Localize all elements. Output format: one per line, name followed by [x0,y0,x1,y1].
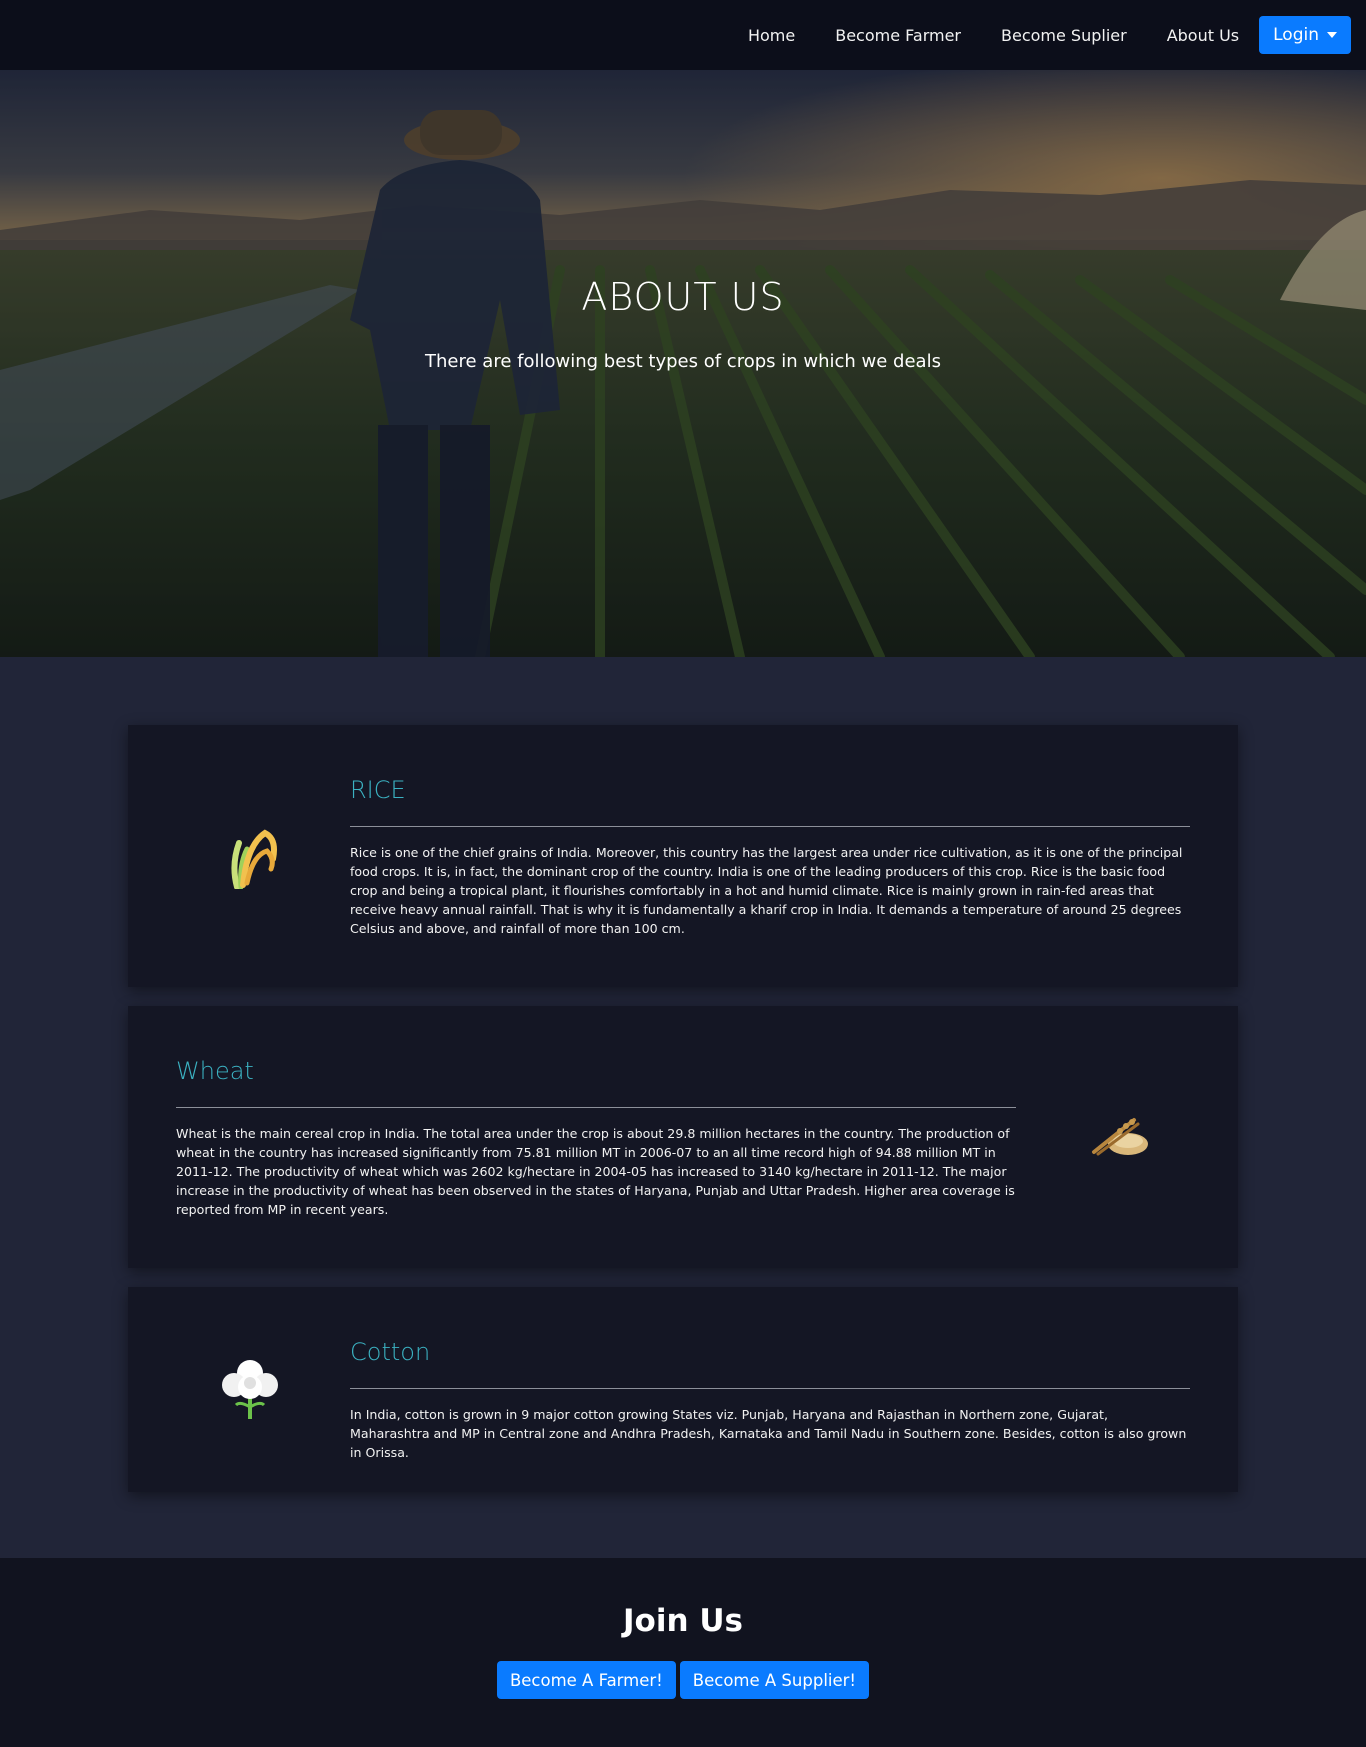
crop-description: In India, cotton is grown in 9 major cot… [350,1407,1187,1460]
nav-home-link[interactable]: Home [748,26,795,45]
join-us-section: Join Us Become A Farmer! Become A Suppli… [0,1558,1366,1747]
rice-plant-icon [231,829,277,889]
divider [350,826,1190,827]
crop-card-cotton: Cotton In India, cotton is grown in 9 ma… [128,1287,1238,1492]
caret-down-icon [1327,32,1337,38]
divider [176,1107,1016,1108]
join-us-title: Join Us [623,1603,743,1639]
join-buttons: Become A Farmer! Become A Supplier! [0,1661,1366,1699]
cotton-plant-icon [222,1360,278,1419]
hero-subtitle: There are following best types of crops … [425,351,941,372]
crop-description: Wheat is the main cereal crop in India. … [176,1126,1015,1217]
become-farmer-button[interactable]: Become A Farmer! [496,1661,676,1699]
nav-become-farmer-link[interactable]: Become Farmer [835,26,961,45]
divider [350,1388,1190,1389]
crop-title: Wheat [176,1057,254,1085]
become-supplier-button[interactable]: Become A Supplier! [679,1661,870,1699]
crop-description: Rice is one of the chief grains of India… [350,845,1183,936]
crop-card-rice: RICE Rice is one of the chief grains of … [128,725,1238,987]
hero-banner: ABOUT US There are following best types … [0,70,1366,657]
nav-about-us-link[interactable]: About Us [1167,26,1239,45]
crop-card-wheat: Wheat Wheat is the main cereal crop in I… [128,1006,1238,1268]
hero-title: ABOUT US [581,275,785,319]
navbar: Home Become Farmer Become Suplier About … [0,0,1366,70]
login-dropdown-button[interactable]: Login [1259,16,1351,54]
nav-become-supplier-link[interactable]: Become Suplier [1001,26,1127,45]
login-label: Login [1273,25,1319,45]
nav-links: Home Become Farmer Become Suplier About … [748,0,1366,70]
crop-title: RICE [350,776,406,804]
wheat-grain-icon [1092,1118,1148,1156]
crop-title: Cotton [350,1338,431,1366]
